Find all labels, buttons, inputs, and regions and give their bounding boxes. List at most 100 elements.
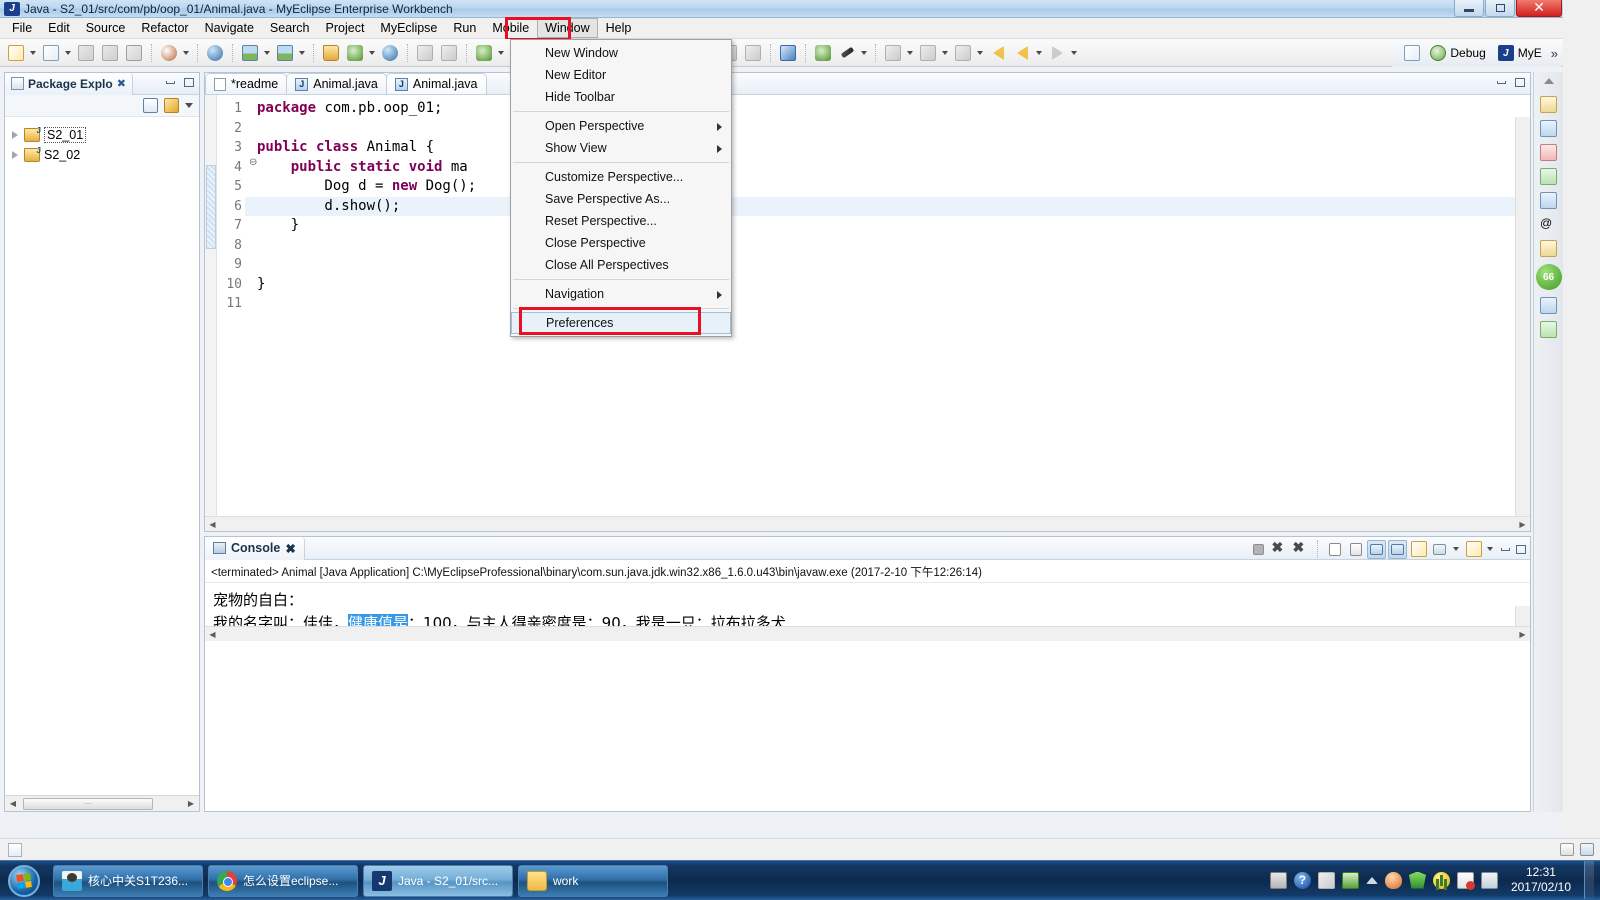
save-button[interactable] <box>75 42 97 64</box>
restore-icon[interactable] <box>1560 843 1574 856</box>
minimize-editor-button[interactable] <box>1494 75 1508 89</box>
mobile-device-button[interactable] <box>812 42 834 64</box>
menu-edit[interactable]: Edit <box>40 18 78 38</box>
progress-badge[interactable]: 66 <box>1535 264 1562 290</box>
search-button[interactable] <box>777 42 799 64</box>
menu-project[interactable]: Project <box>318 18 373 38</box>
start-button[interactable] <box>0 862 48 900</box>
usb-icon[interactable] <box>1341 871 1359 889</box>
open-diagram-button[interactable] <box>274 42 296 64</box>
maximize-button[interactable] <box>1485 0 1515 17</box>
history-button[interactable] <box>952 42 974 64</box>
pin-console-button[interactable] <box>1409 540 1428 559</box>
taskbar-item-3[interactable]: work <box>518 864 668 897</box>
editor-hscrollbar[interactable]: ◀ ▶ <box>205 516 1530 531</box>
tab-animal-java-1[interactable]: J Animal.java <box>286 73 387 94</box>
menu-item-hide-toolbar[interactable]: Hide Toolbar <box>511 86 731 108</box>
tab-package-explorer[interactable]: Package Explo ✖ <box>5 72 133 95</box>
layout-icon[interactable] <box>1580 843 1594 856</box>
clear-console-button[interactable] <box>1325 540 1344 559</box>
tree-item-s202[interactable]: S2_02 <box>11 145 199 165</box>
update-button[interactable] <box>917 42 939 64</box>
network-icon[interactable] <box>1480 871 1498 889</box>
expand-tray-icon[interactable] <box>1317 871 1335 889</box>
menu-refactor[interactable]: Refactor <box>133 18 196 38</box>
open-console-dropdown-arrow[interactable] <box>1485 538 1494 560</box>
build-button[interactable] <box>836 42 858 64</box>
update-icon[interactable] <box>1432 871 1450 889</box>
open-console-button[interactable] <box>1464 540 1483 559</box>
scroll-thumb[interactable]: ⋯ <box>23 797 153 810</box>
db-explorer-icon[interactable] <box>1540 321 1557 338</box>
scroll-right-arrow-icon[interactable]: ▶ <box>1515 627 1530 641</box>
properties-icon[interactable] <box>1540 168 1557 185</box>
perspective-debug[interactable]: Debug <box>1424 45 1491 61</box>
server-button[interactable] <box>344 42 366 64</box>
flag-alert-icon[interactable] <box>1456 871 1475 890</box>
servers-icon[interactable] <box>1540 192 1557 209</box>
new-diagram-button[interactable] <box>239 42 261 64</box>
minimize-view-button[interactable] <box>163 75 177 89</box>
help-icon[interactable]: ? <box>1293 871 1311 889</box>
tab-console[interactable]: Console ✖ <box>205 536 305 560</box>
source-code-text[interactable]: package com.pb.oop_01; public class Anima… <box>257 99 476 314</box>
menu-file[interactable]: File <box>4 18 40 38</box>
show-console-on-output-button[interactable] <box>1367 539 1386 559</box>
menu-item-show-view[interactable]: Show View <box>511 137 731 159</box>
forward-button[interactable] <box>1046 42 1068 64</box>
scroll-lock-button[interactable] <box>1346 540 1365 559</box>
bean-dropdown-arrow[interactable] <box>181 42 190 64</box>
show-desktop-button[interactable] <box>1584 861 1594 899</box>
menu-help[interactable]: Help <box>598 18 640 38</box>
commit-button[interactable] <box>882 42 904 64</box>
scroll-right-arrow-icon[interactable]: ▶ <box>1515 517 1530 531</box>
menu-item-save-perspective-as[interactable]: Save Perspective As... <box>511 188 731 210</box>
minimize-console-button[interactable] <box>1498 542 1512 556</box>
web20-button[interactable] <box>204 42 226 64</box>
close-button[interactable]: ✕ <box>1516 0 1562 17</box>
view-menu-icon[interactable] <box>185 103 193 108</box>
show-console-on-error-button[interactable] <box>1388 539 1407 559</box>
outline-icon[interactable] <box>1540 96 1557 113</box>
qq-icon[interactable] <box>1384 871 1402 889</box>
shield-icon[interactable] <box>1408 871 1426 889</box>
tree-item-s201[interactable]: S2_01 <box>11 125 199 145</box>
close-icon[interactable]: ✖ <box>117 77 126 90</box>
console-output[interactable]: 宠物的自白： 我的名字叫：佳佳，健康值是：100，与主人得亲密度是：90，我是一… <box>205 583 1530 641</box>
editor-gutter[interactable] <box>205 95 217 531</box>
backward-dropdown-arrow[interactable] <box>1034 42 1043 64</box>
maximize-view-button[interactable] <box>182 75 196 89</box>
prev-annotation-button[interactable] <box>742 42 764 64</box>
new-bean-button[interactable] <box>158 42 180 64</box>
debug-run-button[interactable] <box>473 42 495 64</box>
db-browser-icon[interactable] <box>1540 297 1557 314</box>
tasks-icon[interactable] <box>1540 240 1557 257</box>
display-selected-console-button[interactable] <box>1430 540 1449 559</box>
at-icon[interactable]: @ <box>1540 216 1557 233</box>
debug-dropdown-arrow[interactable] <box>496 42 505 64</box>
back-button[interactable] <box>987 42 1009 64</box>
menu-item-close-perspective[interactable]: Close Perspective <box>511 232 731 254</box>
build-dropdown-arrow[interactable] <box>859 42 868 64</box>
console-hscrollbar[interactable]: ◀ ▶ <box>205 626 1530 641</box>
open-diagram-dropdown-arrow[interactable] <box>297 42 306 64</box>
scroll-left-arrow-icon[interactable]: ◀ <box>205 627 220 641</box>
menu-item-new-editor[interactable]: New Editor <box>511 64 731 86</box>
display-console-dropdown-arrow[interactable] <box>1451 538 1460 560</box>
perspective-myeclipse[interactable]: J MyE <box>1492 45 1548 61</box>
package-explorer-hscrollbar[interactable]: ◀ ⋯ ▶ <box>5 795 199 811</box>
export-button[interactable] <box>438 42 460 64</box>
new-dropdown-arrow[interactable] <box>28 42 37 64</box>
import-button[interactable] <box>414 42 436 64</box>
save-all-button[interactable] <box>99 42 121 64</box>
open-perspective-button[interactable] <box>1401 42 1423 64</box>
remove-all-terminated-button[interactable]: ✖ <box>1291 540 1310 559</box>
menu-item-close-all-perspectives[interactable]: Close All Perspectives <box>511 254 731 276</box>
scroll-left-arrow-icon[interactable]: ◀ <box>205 517 220 531</box>
new-wizard-button[interactable] <box>5 42 27 64</box>
menu-item-open-perspective[interactable]: Open Perspective <box>511 115 731 137</box>
minimize-button[interactable] <box>1454 0 1484 17</box>
perspective-overflow-chevron[interactable]: » <box>1548 46 1561 61</box>
collapse-arrow-icon[interactable] <box>1543 78 1554 84</box>
code-editor[interactable]: 1 2 3 4 5 6 7 8 9 10 11 ⊖ package com.pb… <box>205 95 1530 531</box>
